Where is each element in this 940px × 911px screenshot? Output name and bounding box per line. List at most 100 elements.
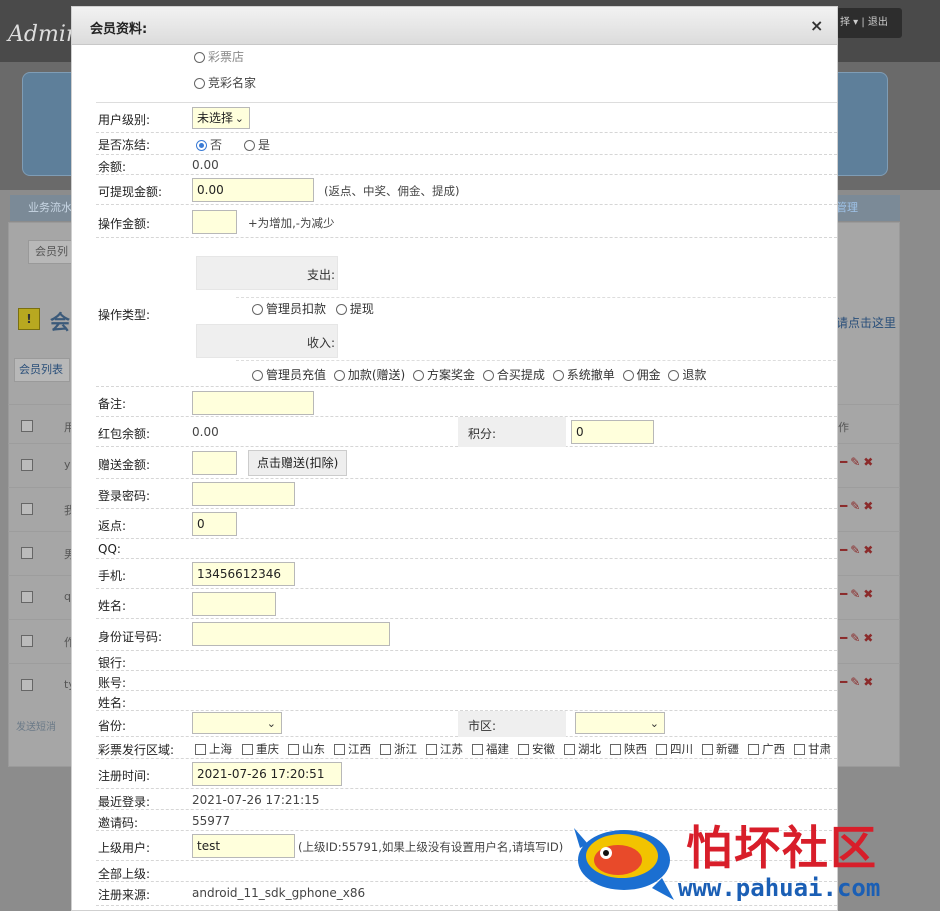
bg-breadcrumb[interactable]: 会员列 [28,240,76,264]
reg-time-label: 注册时间: [98,769,151,783]
frozen-no-option[interactable]: 否 [196,136,222,153]
region-checkbox[interactable]: 陕西 [610,741,647,757]
expense-option-admin-deduct[interactable]: 管理员扣款 [252,302,326,316]
income-option[interactable]: 佣金 [622,368,661,382]
region-checkbox[interactable]: 江苏 [426,741,463,757]
mobile-label: 手机: [98,569,127,583]
city-select[interactable]: ⌄ [575,712,665,734]
row-actions[interactable]: ━✎✖ [840,675,876,689]
bank-label: 银行: [98,656,127,670]
region-checkbox[interactable]: 新疆 [702,741,739,757]
reg-time-input[interactable]: 2021-07-26 17:20:51 [192,762,342,786]
remark-input[interactable] [192,391,314,415]
operate-amount-label: 操作金额: [98,217,151,231]
expense-label: 支出: [306,268,335,282]
checkbox-icon [748,744,759,755]
operate-amount-input[interactable] [192,210,237,234]
rebate-input[interactable]: 0 [192,512,237,536]
close-icon[interactable]: × [810,16,823,35]
balance-value: 0.00 [192,158,219,172]
row-actions[interactable]: ━✎✖ [840,543,876,557]
store-type-option[interactable]: 彩票店 [194,48,244,65]
income-option[interactable]: 合买提成 [482,368,545,382]
bg-user-box[interactable]: 择 ▾ | 退出 [836,8,902,38]
divider [236,360,836,361]
name-input[interactable] [192,592,276,616]
frozen-label: 是否冻结: [98,138,151,152]
mobile-input[interactable]: 13456612346 [192,562,295,586]
region-checkbox[interactable]: 上海 [195,741,232,757]
last-login-label: 最近登录: [98,795,151,809]
row-checkbox[interactable] [21,635,33,647]
bg-tab-member-list[interactable]: 会员列表 [14,358,70,382]
income-option[interactable]: 退款 [668,368,706,382]
city-label: 市区: [468,719,497,733]
row-password: 登录密码: [96,479,837,509]
row-actions[interactable]: ━✎✖ [840,499,876,513]
frozen-yes-option[interactable]: 是 [244,136,270,153]
chevron-down-icon: ⌄ [266,717,276,730]
income-option[interactable]: 方案奖金 [413,368,475,382]
income-option[interactable]: 系统撤单 [552,368,615,382]
row-checkbox[interactable] [21,459,33,471]
bg-nav-right-item[interactable]: 管理 [836,195,858,221]
bg-nav-item[interactable]: 业务流水 [28,201,72,214]
expense-box: 支出: [196,256,338,290]
bg-col-op: 作 [838,421,849,434]
store-type-option[interactable]: 竞彩名家 [194,74,256,91]
redpacket-label: 红包余额: [98,427,151,441]
row-checkbox[interactable] [21,591,33,603]
income-option[interactable]: 加款(赠送) [333,368,405,382]
user-level-select[interactable]: 未选择 ⌄ [192,107,250,129]
parent-input[interactable]: test [192,834,295,858]
radio-icon [333,370,345,381]
region-checkbox[interactable]: 安徽 [518,741,555,757]
row-reg-time: 注册时间: 2021-07-26 17:20:51 [96,759,837,789]
row-checkbox[interactable] [21,547,33,559]
radio-icon [244,140,255,151]
bg-heading: 会 [50,310,70,334]
bg-send-message-link[interactable]: 发送短消 [16,718,56,733]
checkbox-icon [334,744,345,755]
bg-select-all-checkbox[interactable] [21,420,33,432]
region-checkbox[interactable]: 山东 [288,741,325,757]
region-checkbox[interactable]: 重庆 [242,741,279,757]
idcard-input[interactable] [192,622,390,646]
income-option[interactable]: 管理员充值 [252,368,326,382]
row-checkbox[interactable] [21,503,33,515]
row-cell: y [64,458,71,471]
row-actions[interactable]: ━✎✖ [840,455,876,469]
points-input[interactable]: 0 [571,420,654,444]
region-checkbox[interactable]: 四川 [656,741,693,757]
row-actions[interactable]: ━✎✖ [840,631,876,645]
row-actions[interactable]: ━✎✖ [840,587,876,601]
region-checkbox[interactable]: 广西 [748,741,785,757]
withdrawable-input[interactable]: 0.00 [192,178,314,202]
radio-icon [194,78,205,89]
gift-button[interactable]: 点击赠送(扣除) [248,450,348,476]
idcard-label: 身份证号码: [98,630,163,644]
checkbox-icon [794,744,805,755]
region-checkbox[interactable]: 福建 [472,741,509,757]
radio-icon [413,370,425,381]
region-checkbox[interactable]: 甘肃 [794,741,831,757]
gift-amount-input[interactable] [192,451,237,475]
region-checkbox[interactable]: 湖北 [564,741,601,757]
region-checkbox[interactable]: 浙江 [380,741,417,757]
row-gift: 赠送金额: 点击赠送(扣除) [96,447,837,479]
gift-label: 赠送金额: [98,458,151,472]
expense-option-withdraw[interactable]: 提现 [335,302,374,316]
points-label: 积分: [468,427,497,441]
province-select[interactable]: ⌄ [192,712,282,734]
user-level-label: 用户级别: [98,113,151,127]
bg-help-link[interactable]: 请点击这里 [836,314,896,331]
operate-amount-hint: +为增加,-为减少 [248,216,335,230]
invite-value: 55977 [192,814,231,828]
row-regions: 彩票发行区域: 上海 重庆 山东 江西 浙江 江苏 福建 安徽 湖北 陕西 四川… [96,737,837,759]
row-checkbox[interactable] [21,679,33,691]
region-checkbox[interactable]: 江西 [334,741,371,757]
fish-logo-icon [574,828,674,900]
password-input[interactable] [192,482,295,506]
checkbox-icon [426,744,437,755]
checkbox-icon [610,744,621,755]
